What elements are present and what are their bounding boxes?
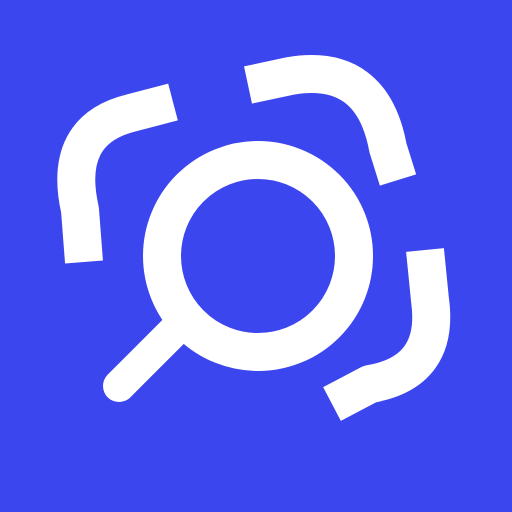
app-icon xyxy=(0,0,512,512)
scan-search-icon xyxy=(0,0,512,512)
